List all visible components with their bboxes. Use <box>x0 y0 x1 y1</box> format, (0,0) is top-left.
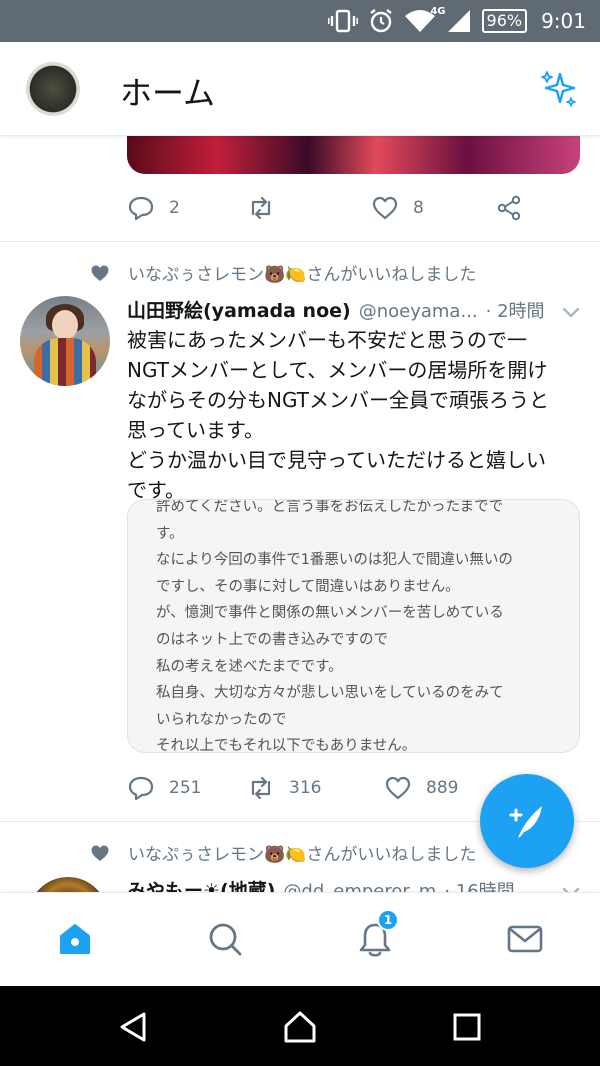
image-text-line: なにより今回の事件で1番悪いのは犯人で間違い無いの <box>156 552 513 569</box>
reply-count: 2 <box>169 198 180 218</box>
alarm-icon <box>369 9 392 33</box>
image-text-line: が、憶測で事件と関係の無いメンバーを苦しめている <box>156 605 504 622</box>
nav-messages[interactable] <box>505 919 545 959</box>
image-text-line: いられなかったので <box>156 711 287 728</box>
chevron-down-icon[interactable] <box>560 302 582 324</box>
retweet-button[interactable] <box>247 194 371 222</box>
retweet-button[interactable]: 316 <box>247 774 384 802</box>
author-avatar[interactable] <box>20 296 110 386</box>
sparkle-icon[interactable] <box>538 68 580 110</box>
tweet-time: · 2時間 <box>485 301 545 322</box>
chevron-down-icon[interactable] <box>560 882 582 892</box>
social-context[interactable]: いなぷぅさレモン🐻🍋さんがいいねしました <box>90 840 476 865</box>
clock: 9:01 <box>541 9 586 33</box>
home-button-icon[interactable] <box>283 1010 317 1044</box>
author-avatar[interactable] <box>28 877 108 892</box>
status-icons: 4G 96% 9:01 <box>327 0 586 42</box>
retweet-count: 316 <box>289 778 322 798</box>
top-app-bar: ホーム <box>0 42 600 136</box>
compose-tweet-button[interactable] <box>480 774 574 868</box>
image-text-line: す。 <box>156 525 184 542</box>
image-text-line: のはネット上での書き込みですので <box>156 631 388 648</box>
tweet-text-line: どうか温かい目で見守っていただけると嬉しい <box>127 448 546 472</box>
author-handle[interactable]: @noeyama... <box>359 301 478 322</box>
nav-search[interactable] <box>205 919 245 959</box>
like-count: 889 <box>426 778 459 798</box>
signal-icon <box>447 10 470 32</box>
tweet-time: · 16時間 <box>444 881 515 892</box>
heart-icon <box>372 196 398 220</box>
reply-count: 251 <box>169 778 202 798</box>
bottom-navigation: 1 <box>0 892 600 986</box>
nav-notifications[interactable]: 1 <box>355 909 399 959</box>
recents-icon[interactable] <box>450 1010 484 1044</box>
divider <box>0 241 600 242</box>
search-icon <box>209 923 242 956</box>
reply-button[interactable]: 2 <box>127 194 247 222</box>
page-title: ホーム <box>120 74 216 112</box>
image-text-line: 私自身、大切な方々が悲しい思いをしているのをみて <box>156 685 504 702</box>
compose-feather-icon <box>509 806 542 838</box>
tweet-media[interactable] <box>127 136 580 174</box>
heart-filled-icon <box>91 845 109 861</box>
network-type: 4G <box>430 6 446 17</box>
reply-button[interactable]: 251 <box>127 774 247 802</box>
author-handle[interactable]: @dd_emperor_m <box>283 881 436 892</box>
wifi-indicator: 4G <box>404 6 446 34</box>
vibrate-icon <box>327 9 358 33</box>
share-icon <box>497 195 521 221</box>
home-icon <box>60 924 90 954</box>
tweet-header: 山田野絵(yamada noe) @noeyama... · 2時間 <box>127 296 587 323</box>
heart-icon <box>385 776 411 800</box>
image-text-line: それ以上でもそれ以下でもありません。 <box>156 738 417 753</box>
image-text: 許めてください。と言う事をお伝えしたかったまでで す。 なにより今回の事件で1番… <box>156 499 566 753</box>
system-navigation-bar <box>0 986 600 1066</box>
tweet-text-line: 思っています。 <box>127 418 264 442</box>
social-context-text: いなぷぅさレモン🐻🍋さんがいいねしました <box>128 265 477 285</box>
reply-icon <box>128 776 154 801</box>
profile-avatar[interactable] <box>26 62 80 116</box>
image-text-line: 私の考えを述べたまでです。 <box>156 658 343 675</box>
mail-icon <box>507 925 543 953</box>
battery-level: 96% <box>481 9 528 33</box>
social-context-text: いなぷぅさレモン🐻🍋さんがいいねしました <box>128 845 477 865</box>
author-name[interactable]: 山田野絵(yamada noe) <box>127 296 351 323</box>
retweet-icon <box>251 196 271 220</box>
like-button[interactable]: 889 <box>384 774 458 802</box>
avatar-face <box>52 310 78 340</box>
image-text-line: 許めてください。と言う事をお伝えしたかったまでで <box>156 499 504 515</box>
tweet-image[interactable]: 許めてください。と言う事をお伝えしたかったまでで す。 なにより今回の事件で1番… <box>127 499 580 753</box>
tweet-text-line: ながらその分もNGTメンバー全員で頑張ろうと <box>127 388 549 412</box>
avatar-body <box>34 338 96 386</box>
heart-filled-icon <box>91 265 109 281</box>
tweet-header: みやもー☀(地蔵) @dd_emperor_m · 16時間 <box>127 876 587 892</box>
tweet-text: 被害にあったメンバーも不安だと思うので一 NGTメンバーとして、メンバーの居場所… <box>127 325 582 505</box>
image-text-line: ですし、その事に対して間違いはありません。 <box>156 578 460 595</box>
share-button[interactable] <box>495 194 523 222</box>
status-bar: 4G 96% 9:01 <box>0 0 600 42</box>
nav-home[interactable] <box>55 919 95 959</box>
like-count: 8 <box>413 198 424 218</box>
reply-icon <box>128 196 154 221</box>
back-icon[interactable] <box>116 1010 150 1044</box>
like-button[interactable]: 8 <box>371 194 495 222</box>
retweet-icon <box>251 776 271 800</box>
notification-badge: 1 <box>377 909 399 931</box>
tweet-text-line: NGTメンバーとして、メンバーの居場所を開け <box>127 358 548 382</box>
tweet-text-line: 被害にあったメンバーも不安だと思うので一 <box>127 328 527 352</box>
tweet-actions: 2 8 <box>127 191 547 225</box>
social-context[interactable]: いなぷぅさレモン🐻🍋さんがいいねしました <box>90 260 476 285</box>
author-name[interactable]: みやもー☀(地蔵) <box>127 876 275 892</box>
